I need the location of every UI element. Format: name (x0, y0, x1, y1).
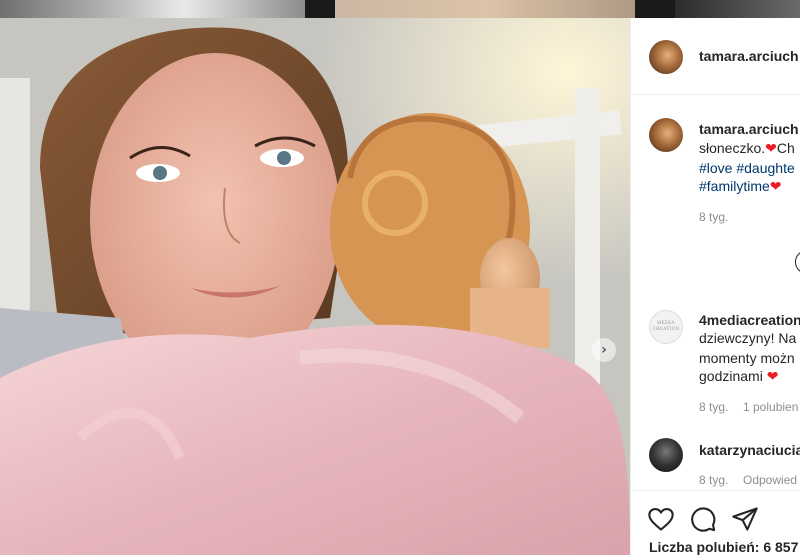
comment-likes[interactable]: 1 polubien (743, 400, 798, 414)
chevron-right-icon: › (601, 342, 607, 358)
caption-time[interactable]: 8 tyg. (699, 210, 728, 224)
comment-icon[interactable] (689, 505, 717, 533)
heart-emoji: ❤ (765, 140, 777, 156)
comment-username[interactable]: katarzynaciucia (699, 442, 800, 458)
heart-icon[interactable] (647, 505, 675, 533)
thumbnail-image[interactable] (675, 0, 800, 18)
comment-time[interactable]: 8 tyg. (699, 473, 728, 487)
comment-text: godzinami (699, 368, 763, 384)
hashtag-link[interactable]: #familytime (699, 178, 770, 194)
thumbnail-strip (0, 0, 800, 18)
comment-line: dziewczyny! Na (699, 330, 797, 346)
thumbnail-image[interactable] (0, 0, 305, 18)
comment-username[interactable]: 4mediacreation (699, 312, 800, 328)
heart-emoji: ❤ (769, 178, 782, 194)
caption-text: słoneczko. (699, 140, 766, 156)
post-photo[interactable]: › (0, 18, 630, 555)
caption-text: Ch (776, 140, 795, 156)
author-username[interactable]: tamara.arciuch (699, 48, 799, 64)
thumbnail-image[interactable] (335, 0, 635, 18)
comment-avatar[interactable]: MEDIA CREATION (649, 310, 683, 344)
load-more-icon[interactable] (795, 250, 800, 274)
caption-line: #familytime❤ (699, 176, 782, 196)
photo-illustration (0, 18, 630, 555)
caption-line: #love #daughte (699, 158, 795, 178)
author-avatar[interactable] (649, 40, 683, 74)
send-icon[interactable] (731, 505, 759, 533)
caption-line: słoneczko.❤Ch (699, 138, 795, 158)
hashtag-link[interactable]: #love (699, 160, 732, 176)
heart-emoji: ❤ (766, 368, 779, 384)
comment-line: momenty możn (699, 350, 795, 366)
comment-line: godzinami ❤ (699, 366, 778, 386)
post-panel: tamara.arciuch tamara.arciuch słoneczko.… (630, 18, 800, 555)
comment-time[interactable]: 8 tyg. (699, 400, 728, 414)
hashtag-link[interactable]: #daughte (736, 160, 794, 176)
next-photo-button[interactable]: › (592, 338, 616, 362)
comment-avatar[interactable] (649, 438, 683, 472)
caption-avatar[interactable] (649, 118, 683, 152)
caption-username[interactable]: tamara.arciuch (699, 121, 799, 137)
reply-button[interactable]: Odpowied (743, 473, 797, 487)
avatar-logo-text: MEDIA CREATION (652, 321, 680, 332)
likes-count[interactable]: Liczba polubień: 6 857 (649, 539, 798, 555)
divider (631, 94, 800, 95)
